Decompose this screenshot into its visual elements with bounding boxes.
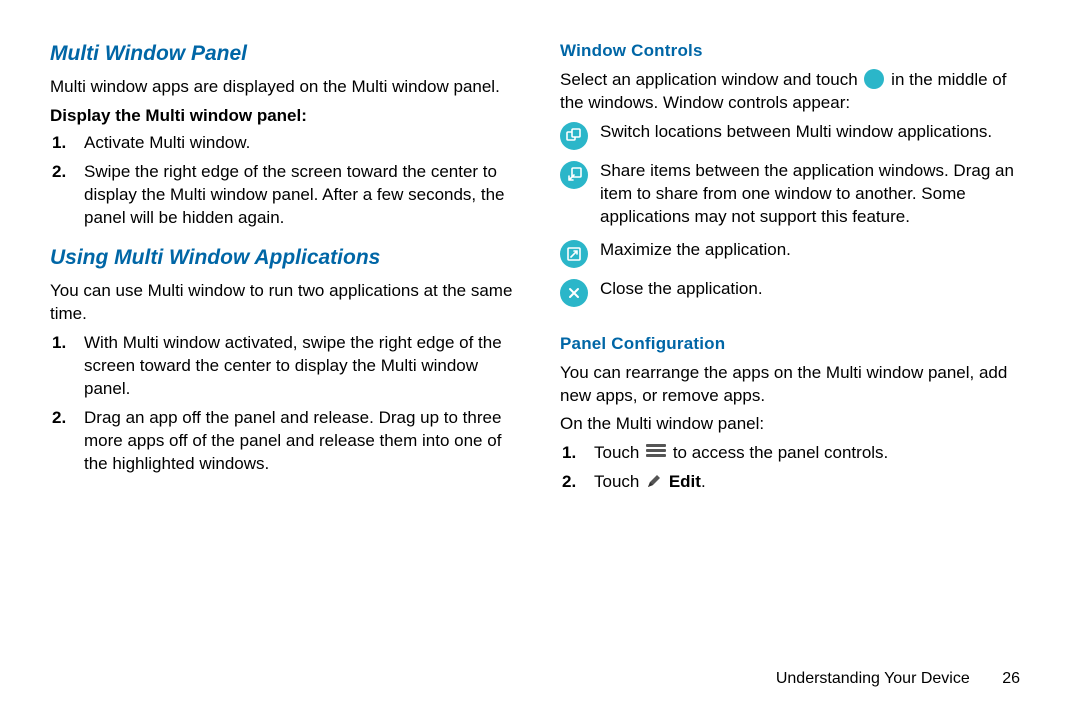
list-item: 2.Swipe the right edge of the screen tow… xyxy=(78,161,520,230)
close-icon xyxy=(560,279,588,307)
list-panel-config: 1. Touch to access the panel controls. 2… xyxy=(560,442,1030,496)
list-item: 1.Activate Multi window. xyxy=(78,132,520,155)
heading-panel-config: Panel Configuration xyxy=(560,333,1030,356)
para-using-intro: You can use Multi window to run two appl… xyxy=(50,280,520,326)
list-display-panel: 1.Activate Multi window. 2.Swipe the rig… xyxy=(50,132,520,230)
list-item: 2. Touch Edit. xyxy=(588,471,1030,496)
control-maximize: Maximize the application. xyxy=(560,239,1030,268)
right-column: Window Controls Select an application wi… xyxy=(560,40,1030,510)
control-close: Close the application. xyxy=(560,278,1030,307)
handle-dot-icon xyxy=(864,69,884,89)
para-wc-intro: Select an application window and touch i… xyxy=(560,69,1030,115)
heading-window-controls: Window Controls xyxy=(560,40,1030,63)
heading-multi-window-panel: Multi Window Panel xyxy=(50,40,520,68)
para-pc-lead: On the Multi window panel: xyxy=(560,413,1030,436)
para-pc-intro: You can rearrange the apps on the Multi … xyxy=(560,362,1030,408)
switch-locations-icon xyxy=(560,122,588,150)
control-switch: Switch locations between Multi window ap… xyxy=(560,121,1030,150)
share-items-icon xyxy=(560,161,588,189)
subheading-display-panel: Display the Multi window panel: xyxy=(50,105,520,128)
list-item: 2.Drag an app off the panel and release.… xyxy=(78,407,520,476)
footer-page-number: 26 xyxy=(1002,670,1020,687)
edit-pencil-icon xyxy=(646,473,662,496)
menu-icon xyxy=(646,442,666,459)
control-share: Share items between the application wind… xyxy=(560,160,1030,229)
heading-using-mw-apps: Using Multi Window Applications xyxy=(50,244,520,272)
list-item: 1.With Multi window activated, swipe the… xyxy=(78,332,520,401)
left-column: Multi Window Panel Multi window apps are… xyxy=(50,40,520,510)
maximize-icon xyxy=(560,240,588,268)
para-mwp-intro: Multi window apps are displayed on the M… xyxy=(50,76,520,99)
list-using-apps: 1.With Multi window activated, swipe the… xyxy=(50,332,520,476)
page-footer: Understanding Your Device 26 xyxy=(776,668,1020,690)
footer-section: Understanding Your Device xyxy=(776,670,970,687)
list-item: 1. Touch to access the panel controls. xyxy=(588,442,1030,465)
